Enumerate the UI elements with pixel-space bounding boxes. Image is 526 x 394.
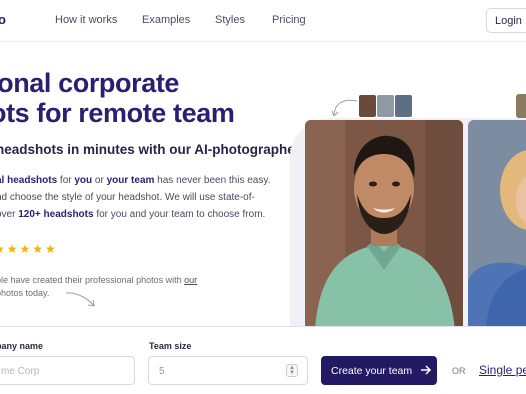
curved-arrow-icon [65,292,95,307]
top-navbar: o How it works Examples Styles Pricing L… [0,0,526,42]
hero-subheadline: headshots in minutes with our AI-photogr… [0,142,301,157]
hero-description-line3: over 120+ headshots for you and your tea… [0,209,265,220]
hero-headline-line1: ional corporate [0,68,180,98]
nav-link-styles[interactable]: Styles [215,14,245,26]
rating-stars: ★★★★★ [0,242,58,256]
or-divider-text: OR [452,366,466,376]
desc-text: or [92,175,107,186]
create-team-label: Create your team [331,365,413,377]
company-name-input[interactable]: me Corp [0,356,135,385]
team-size-label: Team size [149,341,192,351]
hero-headline-line2: ots for remote team [0,98,235,128]
nav-link-pricing[interactable]: Pricing [272,14,306,26]
desc-text: for you and your team to choose from. [93,209,266,220]
curved-connector-icon [331,99,358,117]
headshot-photo-woman [468,120,526,330]
create-team-button[interactable]: Create your team [321,356,437,385]
social-proof-line1: ple have created their professional phot… [0,275,197,285]
single-person-link[interactable]: Single pe [479,363,526,377]
desc-bold: your team [106,175,155,186]
desc-text: over [0,209,16,220]
desc-text: for [57,175,75,186]
thumbnail-image [358,94,377,118]
team-size-input[interactable]: 5 [148,356,308,385]
desc-bold: 120+ headshots [18,209,94,220]
nav-link-examples[interactable]: Examples [142,14,190,26]
desc-text: has never been this easy. [154,175,271,186]
thumbnail-image [376,94,395,118]
social-proof-line2: photos today. [0,288,50,298]
arrow-right-icon [421,365,432,375]
company-name-label: pany name [0,341,44,351]
our-link[interactable]: our [184,275,197,285]
source-photo-thumbnails [358,94,414,118]
team-size-stepper-icon[interactable]: ▲ ▼ [286,364,298,377]
thumbnail-image [394,94,413,118]
social-proof-text: ple have created their professional phot… [0,275,185,285]
desc-bold: you [74,175,93,186]
headshot-photo-man [305,120,463,330]
hero-description-line2: nd choose the style of your headshot. We… [0,192,255,203]
thumbnail-image [516,94,526,118]
nav-link-how-it-works[interactable]: How it works [55,14,117,26]
hero-description-line1: al headshots for you or your team has ne… [0,175,270,186]
logo[interactable]: o [0,12,6,27]
login-button[interactable]: Login [486,8,526,33]
desc-bold: al headshots [0,175,58,186]
